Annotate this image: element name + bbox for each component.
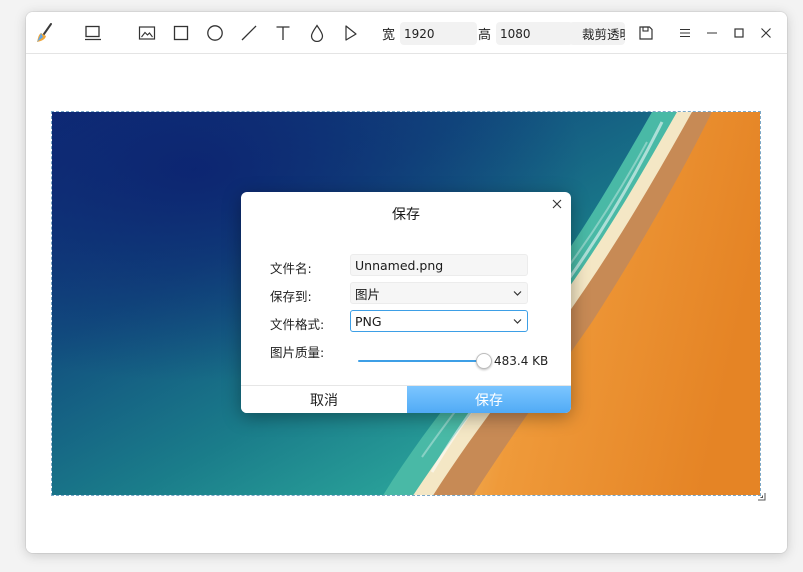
rectangle-icon[interactable] <box>168 20 194 46</box>
save-icon[interactable] <box>633 20 659 46</box>
resize-handle-icon[interactable] <box>757 492 766 501</box>
text-icon[interactable] <box>270 20 296 46</box>
pen-icon[interactable] <box>338 20 364 46</box>
format-label: 文件格式: <box>270 317 325 332</box>
close-icon[interactable] <box>753 20 779 46</box>
save-dialog: 保存 文件名: Unnamed.png 保存到: 图片 文件格式: PNG 图片… <box>241 192 571 413</box>
titlebar-toolbar: 宽 1920 高 1080 裁剪透明 <box>26 12 787 54</box>
save-to-select[interactable]: 图片 <box>350 282 528 304</box>
image-icon[interactable] <box>134 20 160 46</box>
quality-slider-track[interactable] <box>358 360 484 362</box>
save-button[interactable]: 保存 <box>407 386 571 413</box>
quality-label: 图片质量: <box>270 345 325 360</box>
filename-input[interactable]: Unnamed.png <box>350 254 528 276</box>
maximize-icon[interactable] <box>726 20 752 46</box>
line-icon[interactable] <box>236 20 262 46</box>
dialog-footer: 取消 保存 <box>241 385 571 413</box>
dialog-title: 保存 <box>392 207 420 223</box>
height-label: 高 <box>478 28 492 43</box>
quality-slider-handle[interactable] <box>476 353 492 369</box>
draw-app-window: 宽 1920 高 1080 裁剪透明 <box>26 12 787 553</box>
dialog-close-icon[interactable] <box>549 196 565 212</box>
width-input[interactable]: 1920 <box>400 22 477 45</box>
height-input[interactable]: 1080 <box>496 22 573 45</box>
drawing-canvas[interactable]: 保存 文件名: Unnamed.png 保存到: 图片 文件格式: PNG 图片… <box>26 55 787 553</box>
cancel-button[interactable]: 取消 <box>241 386 407 413</box>
quality-size-value: 483.4 KB <box>494 354 549 368</box>
chevron-down-icon <box>513 291 522 296</box>
blur-icon[interactable] <box>304 20 330 46</box>
ellipse-icon[interactable] <box>202 20 228 46</box>
format-value: PNG <box>355 313 382 329</box>
app-logo-icon[interactable] <box>32 20 58 46</box>
crop-transparent-button[interactable]: 裁剪透明 <box>569 22 625 45</box>
format-select[interactable]: PNG <box>350 310 528 332</box>
save-to-value: 图片 <box>355 286 381 302</box>
save-to-label: 保存到: <box>270 289 312 304</box>
chevron-down-icon <box>513 319 522 324</box>
layout-icon[interactable] <box>80 20 106 46</box>
filename-label: 文件名: <box>270 261 312 276</box>
menu-icon[interactable] <box>672 20 698 46</box>
width-label: 宽 <box>382 28 396 43</box>
minimize-icon[interactable] <box>699 20 725 46</box>
